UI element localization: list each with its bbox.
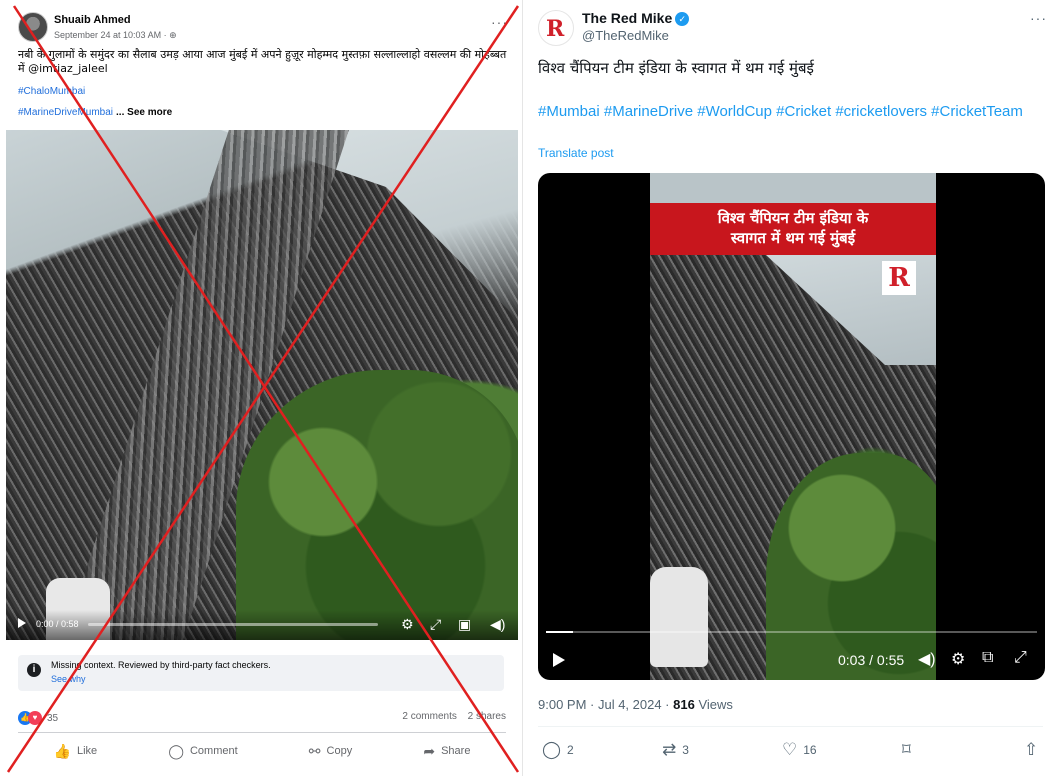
hashtag-marine-drive[interactable]: #MarineDriveMumbai (18, 107, 113, 118)
copy-label: Copy (326, 745, 353, 757)
video-progress-bar[interactable] (88, 623, 378, 626)
post-date[interactable]: September 24 at 10:03 AM · ⊕ (54, 30, 177, 41)
facebook-post: Shuaib Ahmed September 24 at 10:03 AM · … (0, 0, 523, 776)
video-time: 0:03 / 0:55 (838, 652, 905, 668)
settings-icon[interactable]: ⚙ (401, 616, 414, 633)
reactions-count: 35 (47, 712, 59, 724)
repost-count: 3 (682, 743, 689, 757)
shares-count[interactable]: 2 shares (468, 711, 506, 722)
reply-icon: ◯ (542, 740, 562, 759)
repost-icon: ⇄ (662, 740, 677, 759)
share-button[interactable]: ➦ Share (423, 740, 470, 762)
hashtags[interactable]: #Mumbai #MarineDrive #WorldCup #Cricket … (538, 101, 1028, 123)
more-options-button[interactable]: ··· (1030, 10, 1047, 26)
banner-line-2: स्वागत में थम गई मुंबई (730, 229, 856, 247)
reply-button[interactable]: ◯ 2 (542, 740, 574, 760)
display-name[interactable]: The Red Mike ✓ (582, 10, 690, 26)
comment-button[interactable]: ◯ Comment (168, 740, 237, 762)
fullscreen-icon[interactable]: ⤢ (1014, 649, 1027, 667)
play-icon[interactable] (18, 618, 26, 628)
like-button[interactable]: ♡ 16 (782, 740, 817, 760)
video-controls: 0:00 / 0:58 ⚙ ⤢ ▣ ◀) (6, 610, 518, 640)
bookmark-button[interactable]: ⌑ (902, 740, 911, 760)
comment-icon: ◯ (168, 742, 184, 759)
play-icon[interactable] (553, 653, 565, 667)
link-icon: ⚯ (308, 742, 321, 759)
video-trees (236, 370, 518, 640)
pip-icon[interactable]: ⧉ (982, 649, 993, 667)
share-icon: ⇧ (1024, 740, 1039, 759)
see-more-link[interactable]: ... See more (116, 107, 172, 118)
post-text: नबी के गुलामों के समुंदर का सैलाब उमड़ आ… (18, 48, 507, 75)
thumbs-up-icon: 👍 (53, 742, 71, 759)
settings-icon[interactable]: ⚙ (951, 649, 965, 669)
video-car (650, 567, 708, 667)
see-why-link[interactable]: See why (51, 674, 86, 684)
video-sky (650, 173, 936, 203)
post-stats: 👍 ♥ 35 2 comments 2 shares (18, 711, 506, 727)
video-time: 0:00 / 0:58 (36, 619, 79, 629)
banner-line-1: विश्व चैंपियन टीम इंडिया के (717, 209, 869, 227)
views-label: Views (694, 697, 733, 712)
video-frame: विश्व चैंपियन टीम इंडिया के स्वागत में थ… (650, 173, 936, 680)
copy-button[interactable]: ⚯ Copy (309, 740, 352, 762)
comments-count[interactable]: 2 comments (402, 711, 456, 722)
views-count: 816 (673, 697, 695, 712)
avatar[interactable]: R (538, 10, 574, 46)
post-actions: ◯ 2 ⇄ 3 ♡ 16 ⌑ ⇧ (538, 740, 1048, 760)
share-arrow-icon: ➦ (423, 742, 436, 759)
video-trees (766, 453, 936, 680)
translate-post-link[interactable]: Translate post (538, 146, 614, 160)
fact-check-text: Missing context. Reviewed by third-party… (51, 660, 271, 670)
post-text: विश्व चैंपियन टीम इंडिया के स्वागत में थ… (538, 59, 814, 77)
share-button[interactable]: ⇧ (1024, 740, 1038, 760)
globe-icon: ⊕ (169, 30, 177, 40)
bookmark-icon: ⌑ (902, 740, 911, 759)
video-progress-bar[interactable] (546, 631, 1037, 633)
more-options-button[interactable]: ··· (491, 14, 508, 30)
post-actions: 👍 Like ◯ Comment ⚯ Copy ➦ Share (18, 740, 506, 762)
hashtag-marine-drive-line: #MarineDriveMumbai... See more (18, 107, 172, 118)
video-banner: विश्व चैंपियन टीम इंडिया के स्वागत में थ… (650, 203, 936, 255)
channel-logo-icon: R (882, 261, 916, 295)
video-progress-fill (546, 631, 573, 633)
video-player[interactable]: 0:00 / 0:58 ⚙ ⤢ ▣ ◀) (6, 130, 518, 640)
volume-icon[interactable]: ◀) (490, 616, 505, 633)
like-label: Like (77, 745, 98, 757)
author-name[interactable]: Shuaib Ahmed (54, 14, 131, 26)
repost-button[interactable]: ⇄ 3 (662, 740, 689, 760)
x-post: R The Red Mike ✓ @TheRedMike ··· विश्व चै… (524, 0, 1059, 776)
post-timestamp[interactable]: 9:00 PM · Jul 4, 2024 · (538, 697, 673, 712)
like-count: 16 (803, 743, 817, 757)
post-header: Shuaib Ahmed September 24 at 10:03 AM · … (18, 12, 508, 46)
video-player[interactable]: विश्व चैंपियन टीम इंडिया के स्वागत में थ… (538, 173, 1045, 680)
like-button[interactable]: 👍 Like (54, 740, 98, 762)
post-date-text: September 24 at 10:03 AM · (54, 30, 170, 40)
divider (18, 732, 506, 733)
pip-icon[interactable]: ▣ (458, 616, 471, 633)
comment-share-counts: 2 comments 2 shares (402, 711, 506, 722)
fullscreen-icon[interactable]: ⤢ (430, 616, 441, 633)
hashtag-chalo-mumbai[interactable]: #ChaloMumbai (18, 86, 85, 97)
reply-count: 2 (567, 743, 574, 757)
heart-icon: ♡ (782, 740, 798, 759)
volume-icon[interactable]: ◀) (918, 649, 936, 669)
share-label: Share (441, 745, 471, 757)
info-icon: i (27, 663, 41, 677)
post-meta: 9:00 PM · Jul 4, 2024 · 816 Views (538, 697, 733, 712)
verified-badge-icon: ✓ (675, 12, 690, 26)
reactions[interactable]: 👍 ♥ 35 (18, 711, 58, 725)
comment-label: Comment (189, 745, 238, 757)
love-reaction-icon: ♥ (28, 711, 42, 725)
display-name-text: The Red Mike (582, 10, 673, 26)
user-handle[interactable]: @TheRedMike (582, 28, 669, 43)
divider (538, 726, 1043, 727)
avatar[interactable] (18, 12, 48, 42)
red-mike-logo-icon: R (546, 16, 565, 42)
fact-check-notice: i Missing context. Reviewed by third-par… (18, 655, 504, 691)
